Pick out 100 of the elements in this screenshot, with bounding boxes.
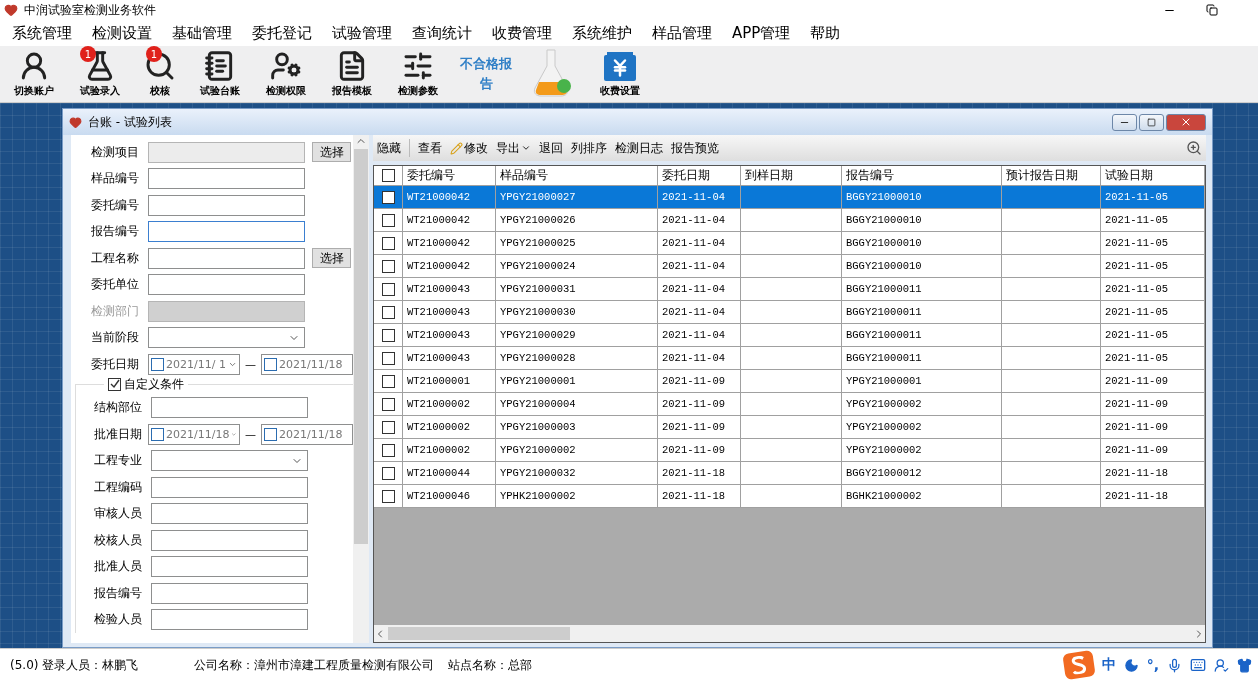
table-row[interactable]: WT21000042 YPGY21000026 2021-11-04 BGGY21000010 2021-11-05: [374, 209, 1205, 232]
date-picker[interactable]: 2021/11/ 1: [148, 353, 240, 375]
field-label: 结构部位: [94, 399, 143, 417]
checkbox[interactable]: [381, 328, 395, 342]
text-field[interactable]: [151, 582, 308, 604]
menu-item[interactable]: 收费管理: [492, 23, 552, 43]
microphone-icon[interactable]: [1167, 657, 1182, 673]
menu-item[interactable]: APP管理: [732, 23, 791, 43]
menu-item[interactable]: 系统管理: [12, 23, 72, 43]
zoom-in-icon[interactable]: [1186, 140, 1202, 156]
export-dropdown[interactable]: 导出: [496, 139, 531, 157]
close-icon: [1180, 116, 1192, 128]
text-field[interactable]: [151, 476, 308, 498]
text-field[interactable]: [148, 221, 305, 243]
checkbox[interactable]: [381, 259, 395, 273]
table-row[interactable]: WT21000042 YPGY21000024 2021-11-04 BGGY21000010 2021-11-05: [374, 255, 1205, 278]
checkbox[interactable]: [381, 213, 395, 227]
table-row[interactable]: WT21000042 YPGY21000027 2021-11-04 BGGY21000010 2021-11-05: [374, 186, 1205, 209]
checkbox[interactable]: [381, 190, 395, 204]
toolbar-label[interactable]: 检测参数: [398, 84, 438, 98]
toolbar-label[interactable]: 试验台账: [200, 84, 240, 98]
checkbox[interactable]: [381, 443, 395, 457]
table-row[interactable]: WT21000001 YPGY21000001 2021-11-09 YPGY21000001 2021-11-09: [374, 370, 1205, 393]
dropdown-field[interactable]: [151, 450, 308, 472]
dropdown-field[interactable]: [148, 327, 305, 349]
menu-item[interactable]: 委托登记: [252, 23, 312, 43]
toolbar-button[interactable]: 不合格报告: [459, 54, 513, 98]
checkbox[interactable]: [381, 305, 395, 319]
toolbar-label[interactable]: 检测权限: [266, 84, 306, 98]
menu-item[interactable]: 查询统计: [412, 23, 472, 43]
checkbox[interactable]: [381, 169, 395, 182]
edit-button[interactable]: 修改: [450, 139, 488, 157]
maximize-icon: [1147, 117, 1156, 127]
dropdown-field[interactable]: [148, 300, 305, 322]
ime-logo-icon[interactable]: [1062, 650, 1096, 680]
date-picker[interactable]: 2021/11/18: [261, 423, 353, 445]
date-picker[interactable]: 2021/11/18: [148, 423, 240, 445]
text-field[interactable]: [148, 274, 305, 296]
text-field[interactable]: [151, 556, 308, 578]
restore-icon[interactable]: [1206, 3, 1218, 16]
toolbar-button[interactable]: 报告预览: [671, 139, 719, 157]
heart-icon: [4, 3, 18, 17]
yen-box-icon[interactable]: [603, 52, 637, 82]
table-row[interactable]: WT21000043 YPGY21000030 2021-11-04 BGGY21000011 2021-11-05: [374, 301, 1205, 324]
toolbar-label[interactable]: 试验录入: [80, 84, 120, 98]
notification-badge: 1: [80, 46, 96, 62]
toolbar-label[interactable]: 收费设置: [600, 84, 640, 98]
menu-item[interactable]: 检测设置: [92, 23, 152, 43]
toolbar-button[interactable]: 退回: [539, 139, 563, 157]
text-field[interactable]: [151, 609, 308, 631]
table-row[interactable]: WT21000043 YPGY21000028 2021-11-04 BGGY21000011 2021-11-05: [374, 347, 1205, 370]
text-field[interactable]: [148, 247, 305, 269]
toolbar-button[interactable]: 检测日志: [615, 139, 663, 157]
table-row[interactable]: WT21000002 YPGY21000002 2021-11-09 YPGY21000002 2021-11-09: [374, 439, 1205, 462]
toolbar-button[interactable]: 查看: [418, 139, 442, 157]
date-picker[interactable]: 2021/11/18: [261, 353, 353, 375]
table-row[interactable]: WT21000044 YPGY21000032 2021-11-18 BGGY21000012 2021-11-18: [374, 462, 1205, 485]
ime-mode[interactable]: 中: [1101, 656, 1116, 674]
scrollbar[interactable]: [353, 135, 369, 643]
sliders-icon[interactable]: [402, 50, 434, 82]
toolbar-button[interactable]: 列排序: [571, 139, 607, 157]
checkbox[interactable]: [108, 377, 121, 391]
toolbar-button[interactable]: 隐藏: [377, 139, 401, 157]
text-field[interactable]: [148, 168, 305, 190]
menu-item[interactable]: 样品管理: [652, 23, 712, 43]
toolbar-label[interactable]: 切换账户: [14, 84, 54, 98]
table-row[interactable]: WT21000002 YPGY21000003 2021-11-09 YPGY21000002 2021-11-09: [374, 416, 1205, 439]
moon-icon[interactable]: [1123, 657, 1139, 673]
maximize-button[interactable]: [1139, 113, 1164, 131]
menu-item[interactable]: 基础管理: [172, 23, 232, 43]
checkbox[interactable]: [381, 397, 395, 411]
minimize-button[interactable]: [1112, 113, 1137, 131]
menu-item[interactable]: 帮助: [810, 23, 841, 43]
shirt-icon[interactable]: [1237, 657, 1252, 673]
table-row[interactable]: WT21000043 YPGY21000031 2021-11-04 BGGY21000011 2021-11-05: [374, 278, 1205, 301]
text-field[interactable]: [148, 194, 305, 216]
checkbox[interactable]: [381, 374, 395, 388]
text-field[interactable]: [151, 397, 308, 419]
close-button[interactable]: [1166, 113, 1206, 131]
select-button[interactable]: 选择: [312, 248, 351, 269]
table-row[interactable]: WT21000043 YPGY21000029 2021-11-04 BGGY21000011 2021-11-05: [374, 324, 1205, 347]
checkbox[interactable]: [381, 489, 395, 503]
toolbar-label[interactable]: 报告模板: [332, 84, 372, 98]
checkbox[interactable]: [381, 282, 395, 296]
table-row[interactable]: WT21000046 YPHK21000002 2021-11-18 BGHK21000002 2021-11-18: [374, 485, 1205, 508]
search-icon[interactable]: [144, 50, 176, 82]
table-row[interactable]: WT21000042 YPGY21000025 2021-11-04 BGGY21000010 2021-11-05: [374, 232, 1205, 255]
checkbox[interactable]: [381, 420, 395, 434]
text-field[interactable]: [151, 529, 308, 551]
checkbox[interactable]: [381, 236, 395, 250]
checkbox[interactable]: [381, 351, 395, 365]
menu-item[interactable]: 系统维护: [572, 23, 632, 43]
text-field[interactable]: [151, 503, 308, 525]
punctuation-mode[interactable]: °,: [1146, 657, 1159, 673]
table-row[interactable]: WT21000002 YPGY21000004 2021-11-09 YPGY21000002 2021-11-09: [374, 393, 1205, 416]
keyboard-icon[interactable]: [1190, 657, 1206, 673]
toolbar-label[interactable]: 校核: [150, 84, 170, 98]
user-gear-icon[interactable]: [270, 50, 302, 82]
checkbox[interactable]: [381, 466, 395, 480]
menu-item[interactable]: 试验管理: [332, 23, 392, 43]
